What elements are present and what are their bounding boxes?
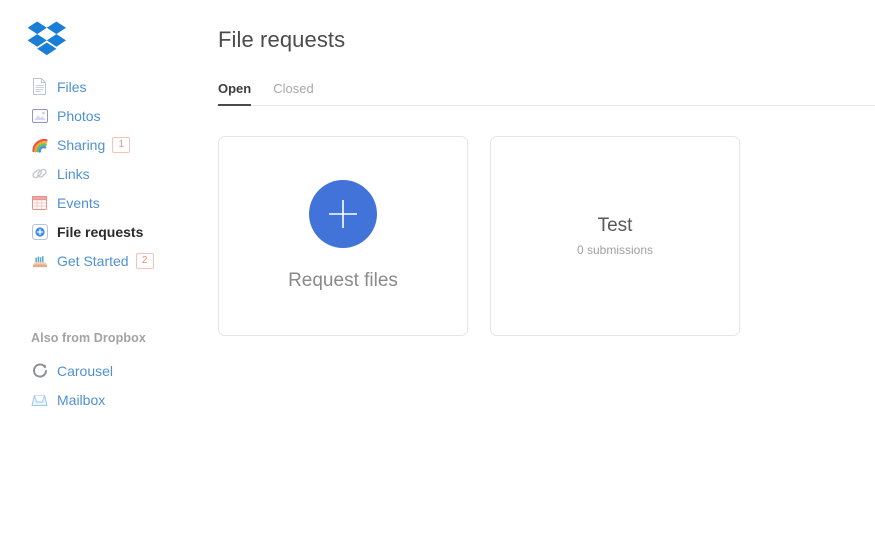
chain-link-icon: [31, 165, 48, 182]
sidebar-item-mailbox[interactable]: Mailbox: [0, 385, 218, 414]
sidebar-item-label: Sharing: [57, 136, 106, 153]
document-icon: [31, 78, 48, 95]
app-root: Files Photos Sharing 1 Links Events File…: [0, 0, 875, 555]
sidebar-item-label: Links: [57, 165, 90, 182]
mailbox-icon: [31, 391, 48, 408]
sidebar-section-heading: Also from Dropbox: [31, 331, 146, 345]
calendar-icon: [31, 194, 48, 211]
sidebar-item-label: Get Started: [57, 252, 129, 269]
sidebar-item-label: Files: [57, 78, 87, 95]
tab-open[interactable]: Open: [218, 81, 252, 106]
sidebar-item-label: Events: [57, 194, 100, 211]
status-badge: 2: [135, 252, 154, 269]
sidebar-item-file-requests[interactable]: File requests: [0, 217, 218, 246]
sidebar-item-links[interactable]: Links: [0, 159, 218, 188]
file-request-icon: [31, 223, 48, 240]
sidebar-item-label: Mailbox: [57, 391, 106, 408]
status-badge: 1: [112, 136, 131, 153]
primary-navigation: Files Photos Sharing 1 Links Events File…: [0, 72, 218, 275]
sidebar-item-sharing[interactable]: Sharing 1: [0, 130, 218, 159]
page-title: File requests: [218, 27, 346, 52]
tab-closed[interactable]: Closed: [273, 81, 313, 106]
rainbow-icon: [31, 136, 48, 153]
sidebar-item-photos[interactable]: Photos: [0, 101, 218, 130]
dropbox-logo-icon: [27, 20, 218, 58]
sidebar: Files Photos Sharing 1 Links Events File…: [0, 0, 218, 555]
sidebar-item-get-started[interactable]: Get Started 2: [0, 246, 218, 275]
main-content: File requests Open Closed Request files: [218, 0, 875, 555]
sidebar-item-label: Photos: [57, 107, 101, 124]
secondary-navigation: Carousel Mailbox: [0, 356, 218, 414]
carousel-icon: [31, 362, 48, 379]
sidebar-item-label: Carousel: [57, 362, 114, 379]
sidebar-item-label: File requests: [57, 223, 144, 240]
sidebar-item-carousel[interactable]: Carousel: [0, 356, 218, 385]
request-files-label: Request files: [288, 270, 398, 291]
photo-icon: [31, 107, 48, 124]
sidebar-item-events[interactable]: Events: [0, 188, 218, 217]
file-request-title: Test: [597, 215, 633, 236]
sidebar-item-files[interactable]: Files: [0, 72, 218, 101]
dropbox-logo[interactable]: [0, 0, 218, 56]
file-request-card[interactable]: Test 0 submissions: [490, 136, 740, 336]
file-request-card-list: Request files Test 0 submissions: [218, 136, 875, 336]
plus-icon[interactable]: [309, 180, 377, 248]
file-request-submission-count: 0 submissions: [576, 243, 654, 257]
tab-bar: Open Closed: [218, 79, 875, 106]
get-started-icon: [31, 252, 48, 269]
request-files-card[interactable]: Request files: [218, 136, 468, 336]
